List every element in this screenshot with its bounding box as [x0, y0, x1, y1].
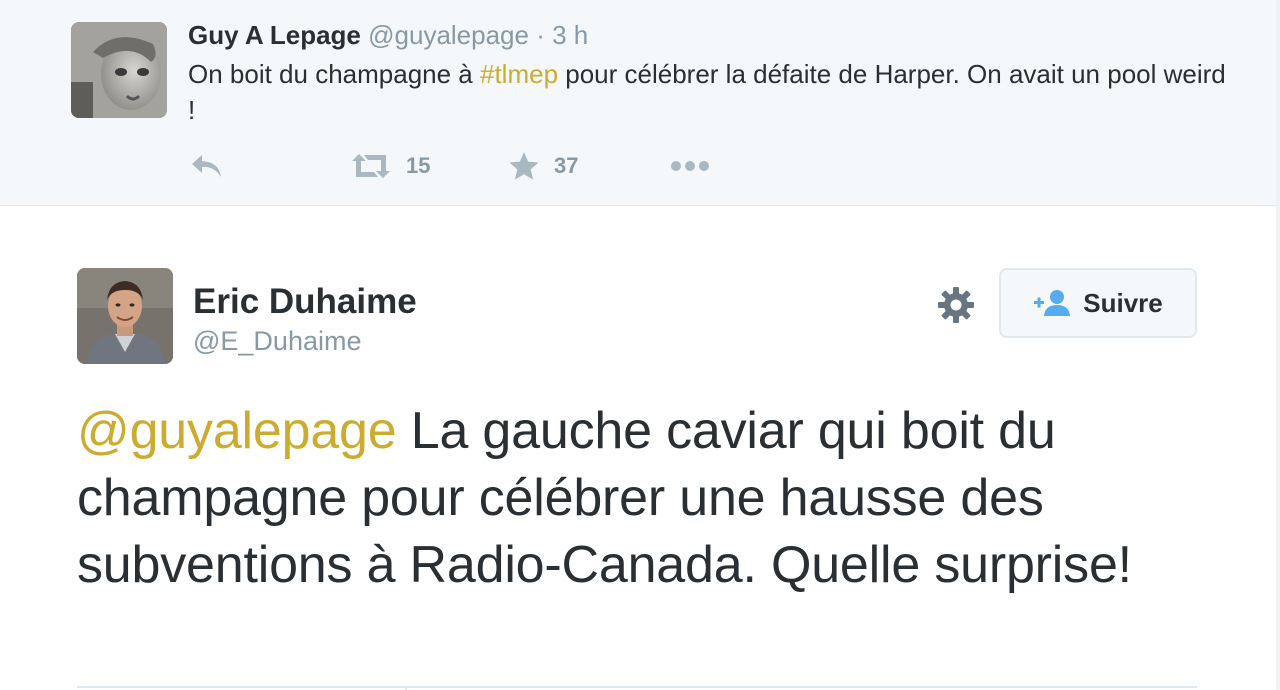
parent-tweet[interactable]: Guy A Lepage @guyalepage · 3 h On boit d… — [0, 0, 1280, 206]
window-edge — [1276, 0, 1280, 690]
parent-author-handle[interactable]: @guyalepage — [368, 20, 529, 50]
parent-tweet-text: On boit du champagne à #tlmep pour céléb… — [188, 56, 1228, 128]
settings-button[interactable] — [934, 283, 978, 327]
header-separator: · — [536, 20, 545, 50]
more-button[interactable] — [670, 148, 710, 184]
gear-icon — [938, 287, 974, 323]
reply-icon — [192, 155, 221, 177]
retweet-count: 15 — [406, 153, 431, 178]
favorite-button[interactable]: 37 — [508, 148, 578, 184]
star-icon — [509, 152, 539, 180]
follow-button[interactable]: Suivre — [999, 268, 1197, 338]
follow-user-icon — [1034, 290, 1071, 316]
favorite-count: 37 — [554, 153, 579, 178]
retweet-button[interactable]: 15 — [350, 148, 430, 184]
parent-text-before: On boit du champagne à — [188, 59, 480, 89]
mention-link[interactable]: @guyalepage — [77, 402, 397, 460]
parent-tweet-header: Guy A Lepage @guyalepage · 3 h — [188, 19, 588, 51]
parent-timestamp[interactable]: 3 h — [552, 20, 588, 50]
divider — [77, 686, 1197, 688]
reply-button[interactable] — [190, 148, 224, 184]
retweet-icon — [352, 154, 390, 178]
follow-button-label: Suivre — [1083, 287, 1163, 318]
more-icon — [671, 161, 709, 171]
divider-tick — [405, 686, 407, 690]
hashtag-link[interactable]: #tlmep — [480, 59, 558, 89]
parent-author-name[interactable]: Guy A Lepage — [188, 20, 361, 50]
child-portrait-photo — [71, 22, 167, 118]
main-author-handle[interactable]: @E_Duhaime — [193, 325, 362, 357]
main-tweet-text: @guyalepage La gauche caviar qui boit du… — [77, 398, 1217, 599]
parent-author-avatar[interactable] — [71, 22, 167, 118]
man-portrait-photo — [77, 268, 173, 364]
main-author-avatar[interactable] — [77, 268, 173, 364]
main-author-name[interactable]: Eric Duhaime — [193, 281, 417, 323]
